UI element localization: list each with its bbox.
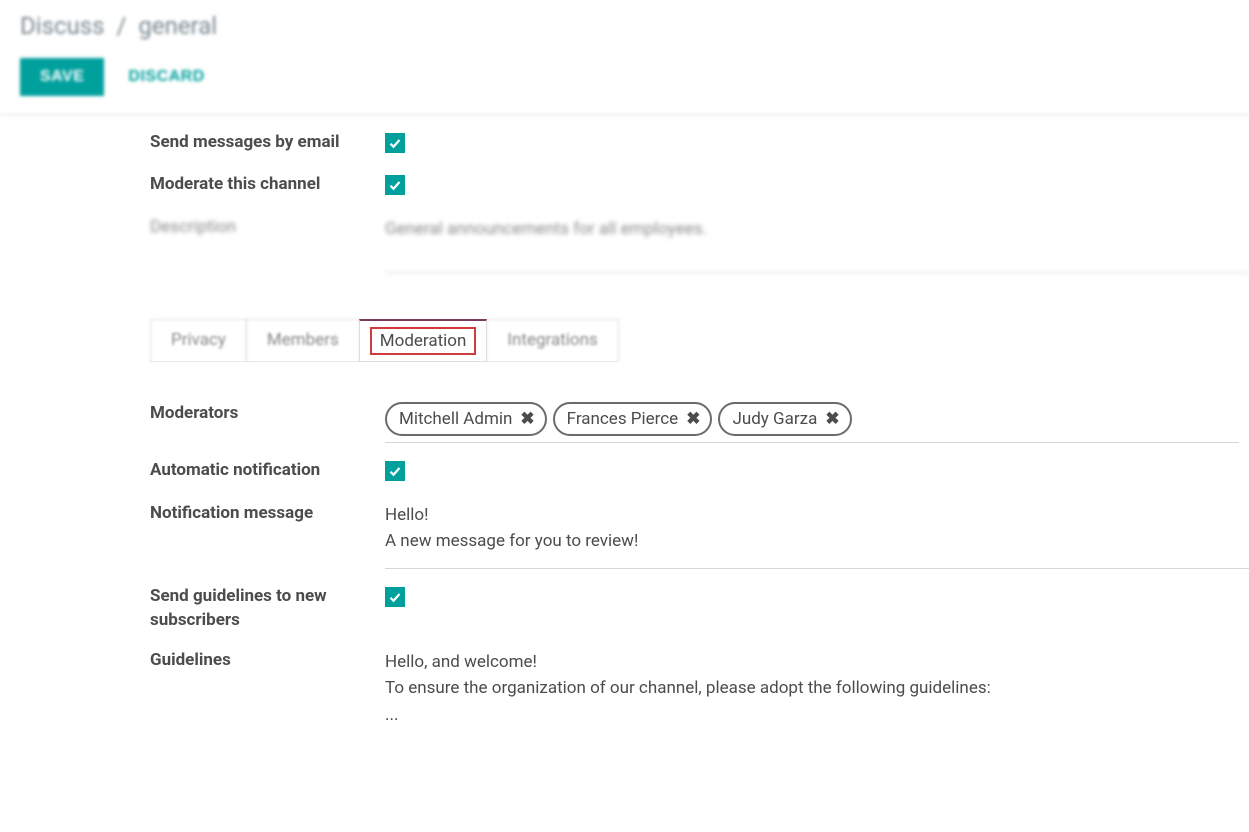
send-guidelines-checkbox[interactable]	[385, 587, 405, 607]
breadcrumb: Discuss / general	[20, 12, 1229, 40]
moderate-channel-checkbox[interactable]	[385, 175, 405, 195]
field-notification-message: Notification message Hello! A new messag…	[105, 494, 1249, 578]
check-icon	[389, 179, 401, 191]
moderation-panel: Moderators Mitchell Admin ✖ Frances Pier…	[105, 362, 1249, 750]
guidelines-value[interactable]: Hello, and welcome! To ensure the organi…	[385, 649, 1249, 742]
tab-members[interactable]: Members	[246, 319, 360, 361]
form-sheet: Send messages by email Moderate this cha…	[105, 115, 1249, 750]
moderator-tag: Judy Garza ✖	[718, 402, 851, 436]
field-guidelines: Guidelines Hello, and welcome! To ensure…	[105, 641, 1249, 750]
moderator-name: Frances Pierce	[567, 406, 679, 432]
discard-button[interactable]: DISCARD	[128, 68, 204, 86]
field-moderate-channel: Moderate this channel	[105, 165, 1249, 207]
auto-notification-label: Automatic notification	[105, 459, 385, 483]
send-by-email-checkbox[interactable]	[385, 133, 405, 153]
remove-icon[interactable]: ✖	[825, 406, 839, 432]
tab-moderation[interactable]: Moderation	[359, 319, 488, 361]
breadcrumb-app[interactable]: Discuss	[20, 12, 105, 40]
moderator-name: Judy Garza	[732, 406, 817, 432]
send-guidelines-label: Send guidelines to new subscribers	[105, 585, 385, 633]
moderator-name: Mitchell Admin	[399, 406, 512, 432]
guidelines-label: Guidelines	[105, 649, 385, 673]
moderator-tag: Frances Pierce ✖	[553, 402, 713, 436]
moderators-label: Moderators	[105, 402, 385, 426]
field-auto-notification: Automatic notification	[105, 451, 1249, 493]
moderator-tag: Mitchell Admin ✖	[385, 402, 547, 436]
field-description: Description General announcements for al…	[105, 208, 1249, 281]
save-button[interactable]: SAVE	[20, 58, 104, 96]
notification-message-value[interactable]: Hello! A new message for you to review!	[385, 502, 1249, 570]
check-icon	[389, 137, 401, 149]
tabs-container: Privacy Members Moderation Integrations	[150, 319, 1249, 362]
remove-icon[interactable]: ✖	[686, 406, 700, 432]
description-label: Description	[105, 216, 385, 240]
field-send-guidelines: Send guidelines to new subscribers	[105, 577, 1249, 641]
page-header: Discuss / general SAVE DISCARD	[0, 0, 1249, 115]
check-icon	[389, 465, 401, 477]
description-value[interactable]: General announcements for all employees.	[385, 216, 1249, 273]
tab-privacy[interactable]: Privacy	[150, 319, 247, 361]
breadcrumb-page: general	[138, 12, 217, 40]
send-by-email-label: Send messages by email	[105, 131, 385, 155]
auto-notification-checkbox[interactable]	[385, 461, 405, 481]
check-icon	[389, 591, 401, 603]
field-send-by-email: Send messages by email	[105, 123, 1249, 165]
tabs: Privacy Members Moderation Integrations	[150, 319, 618, 362]
tab-integrations[interactable]: Integrations	[486, 319, 618, 361]
header-actions: SAVE DISCARD	[20, 58, 1229, 96]
moderate-channel-label: Moderate this channel	[105, 173, 385, 197]
remove-icon[interactable]: ✖	[520, 406, 534, 432]
tab-moderation-label: Moderation	[380, 331, 467, 351]
field-moderators: Moderators Mitchell Admin ✖ Frances Pier…	[105, 394, 1249, 451]
moderators-tags[interactable]: Mitchell Admin ✖ Frances Pierce ✖ Judy G…	[385, 402, 1239, 443]
breadcrumb-sep: /	[117, 12, 127, 40]
notification-message-label: Notification message	[105, 502, 385, 526]
